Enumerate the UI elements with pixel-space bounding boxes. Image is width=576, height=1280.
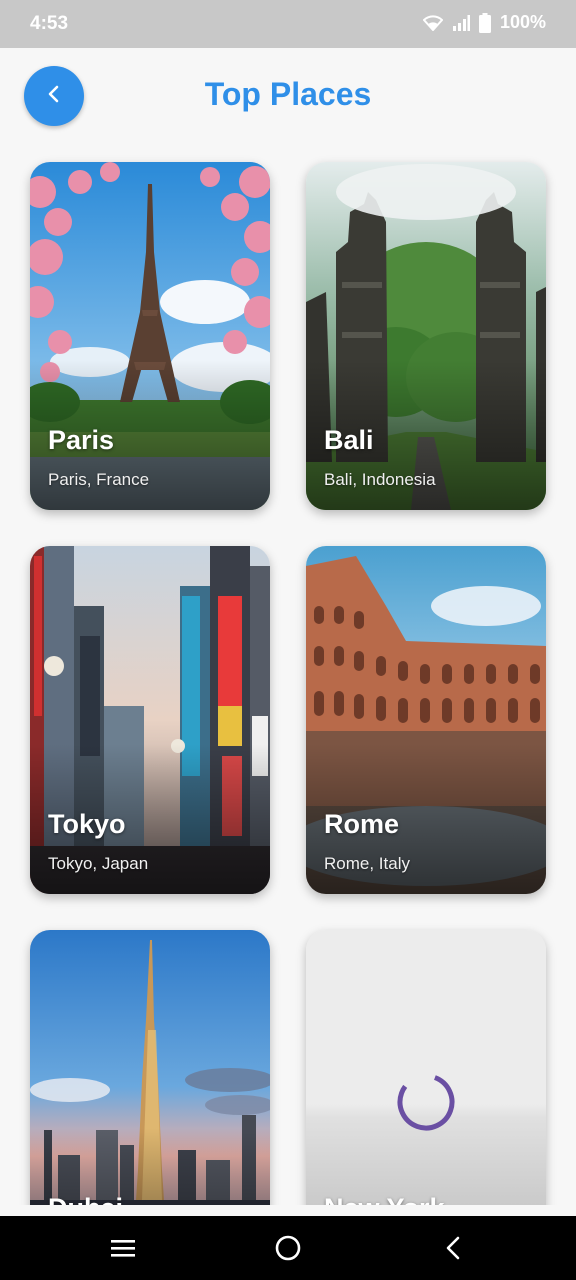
place-name: Tokyo: [48, 809, 126, 839]
back-arrow-icon[interactable]: [438, 1232, 470, 1264]
place-location: Tokyo, Japan: [48, 854, 149, 873]
menu-icon[interactable]: [107, 1232, 139, 1264]
place-name: Rome: [324, 809, 400, 839]
place-card-paris[interactable]: Paris Paris, France: [30, 162, 270, 510]
place-location: Bali, Indonesia: [324, 470, 436, 489]
places-grid[interactable]: Paris Paris, France Bali Bali, Indonesia: [0, 144, 576, 1205]
system-nav-bar: [0, 1216, 576, 1280]
battery-icon: [478, 12, 491, 33]
app-bar: Top Places: [0, 48, 576, 144]
home-circle-icon[interactable]: [272, 1232, 304, 1264]
page-title: Top Places: [204, 76, 372, 112]
wifi-icon: [422, 14, 443, 31]
place-location: Paris, France: [48, 470, 150, 489]
place-card-new-york[interactable]: New York: [306, 930, 546, 1205]
place-card-rome[interactable]: Rome Rome, Italy: [306, 546, 546, 894]
place-location: Rome, Italy: [324, 854, 410, 873]
place-card-tokyo[interactable]: Tokyo Tokyo, Japan: [30, 546, 270, 894]
place-card-bali[interactable]: Bali Bali, Indonesia: [306, 162, 546, 510]
signal-icon: [452, 14, 470, 31]
battery-percent: 100%: [499, 12, 546, 32]
loading-spinner: [397, 1073, 455, 1131]
status-icons: 100%: [422, 12, 546, 33]
place-name: Dubai: [48, 1193, 123, 1205]
place-name: New York: [324, 1193, 445, 1205]
place-card-dubai[interactable]: Dubai: [30, 930, 270, 1205]
status-time: 4:53: [30, 13, 69, 34]
place-name: Bali: [324, 425, 374, 455]
status-bar: 4:53 100%: [0, 0, 576, 48]
place-name: Paris: [48, 425, 115, 455]
